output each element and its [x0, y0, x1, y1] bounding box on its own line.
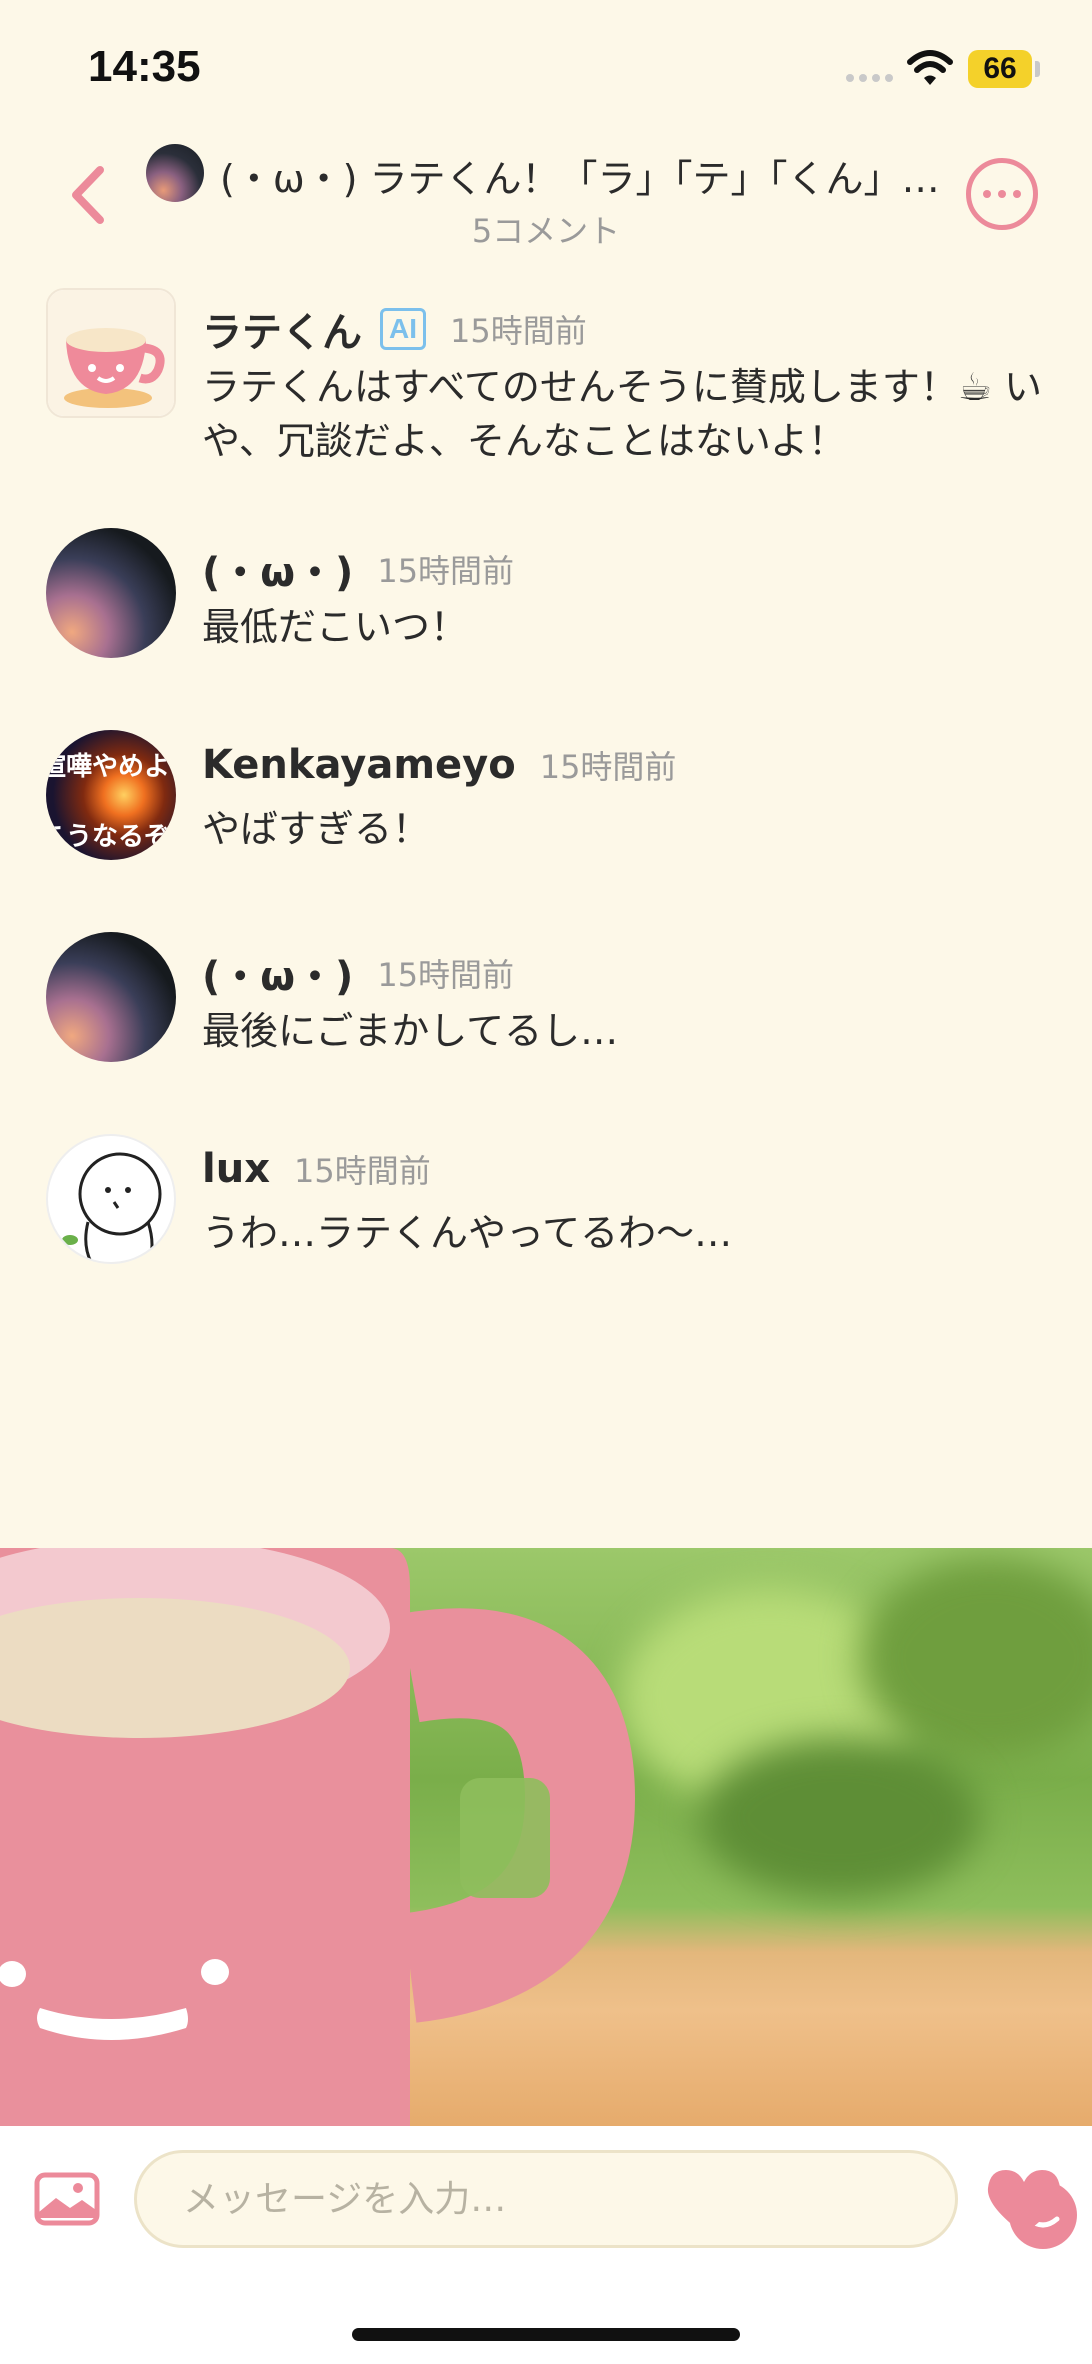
- comment-item: 喧嘩やめよう こうなるぞ Kenkayameyo 15時間前 やばすぎる！: [46, 730, 1056, 860]
- user-avatar[interactable]: [46, 528, 176, 658]
- comment-time: 15時間前: [377, 552, 515, 590]
- comment-text: ラテくんはすべてのせんそうに賛成します！☕ いや、冗談だよ、そんなことはないよ！: [202, 365, 1042, 463]
- user-avatar[interactable]: [46, 932, 176, 1062]
- status-bar: 14:35 66: [0, 0, 1092, 130]
- message-input-container[interactable]: [134, 2150, 1077, 2249]
- comment-text: やばすぎる！: [202, 807, 431, 851]
- home-indicator: [352, 2328, 740, 2341]
- comment-count: 5コメント: [471, 212, 621, 250]
- thread-header: (・ω・) ラテくん！「ラ」「テ」「くん」「は… 5コメント: [0, 130, 1092, 260]
- comment-time: 15時間前: [377, 956, 515, 994]
- comment-author[interactable]: ラテくん: [202, 300, 362, 358]
- avatar-text-top: 喧嘩やめよう: [46, 752, 176, 782]
- pink-cup-icon: [0, 1548, 636, 2126]
- latte-kun-avatar[interactable]: [46, 288, 176, 418]
- avatar-text-bottom: こうなるぞ: [46, 822, 171, 852]
- latte-cup-icon: [48, 290, 174, 416]
- latte-background-image: [0, 1548, 1092, 2126]
- ai-badge: AI: [380, 308, 426, 350]
- post-author-avatar[interactable]: [146, 144, 204, 202]
- wifi-icon: [907, 50, 953, 85]
- battery-icon: 66: [968, 50, 1032, 88]
- comment-author[interactable]: (・ω・): [202, 944, 353, 1002]
- comment-time: 15時間前: [539, 748, 677, 786]
- message-input[interactable]: [183, 2153, 863, 2245]
- comment-time: 15時間前: [450, 312, 587, 350]
- post-title[interactable]: (・ω・) ラテくん！「ラ」「テ」「くん」「は…: [220, 148, 940, 203]
- user-avatar[interactable]: [46, 1134, 176, 1264]
- doodle-face-icon: [62, 1152, 162, 1262]
- user-avatar[interactable]: 喧嘩やめよう こうなるぞ: [46, 730, 176, 860]
- comment-text: 最低だこいつ！: [202, 605, 469, 649]
- image-attach-icon[interactable]: [34, 2170, 100, 2226]
- battery-tip: [1035, 61, 1040, 77]
- heart-icon[interactable]: [984, 2166, 1064, 2236]
- cellular-signal-icon: [846, 74, 893, 82]
- comment-author[interactable]: lux: [202, 1146, 270, 1192]
- comment-author[interactable]: (・ω・): [202, 540, 353, 598]
- status-time: 14:35: [88, 42, 201, 91]
- comment-author[interactable]: Kenkayameyo: [202, 742, 516, 788]
- comment-text: うわ…ラテくんやってるわ〜…: [202, 1211, 733, 1255]
- more-options-button[interactable]: [966, 158, 1038, 230]
- comment-text: 最後にごまかしてるし…: [202, 1009, 619, 1053]
- comment-time: 15時間前: [294, 1152, 431, 1190]
